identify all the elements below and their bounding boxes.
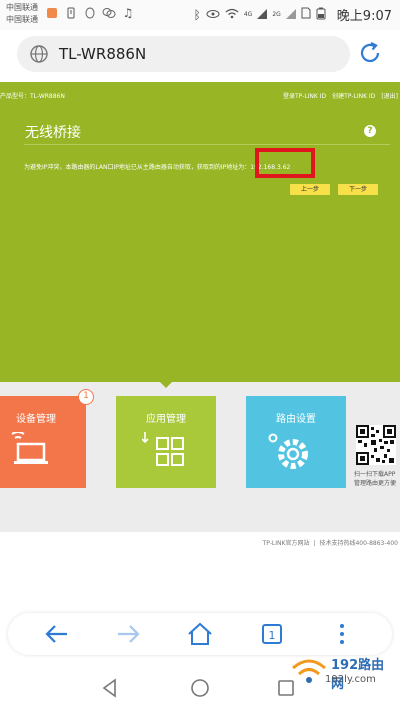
apps-grid-icon: [141, 432, 186, 474]
login-link[interactable]: 登录TP-LINK ID: [283, 91, 326, 100]
back-arrow-icon[interactable]: [44, 621, 70, 647]
notification-icons: ♫: [45, 6, 135, 20]
status-time: 晚上9:07: [336, 9, 392, 24]
exit-link[interactable]: [退出]: [381, 91, 398, 100]
tile-label: 设备管理: [16, 414, 56, 425]
signal-type-1: 4G: [243, 11, 253, 18]
footer-separator: |: [313, 540, 316, 547]
svg-text:1: 1: [269, 629, 276, 642]
signal-icon-2: [285, 8, 296, 22]
music-icon: ♫: [122, 6, 134, 20]
battery-icon: [316, 7, 326, 23]
qr-caption-1: 扫一扫下载APP: [354, 471, 396, 478]
create-id-link[interactable]: 创建TP-LINK ID: [332, 91, 375, 100]
highlight-box: [255, 148, 315, 178]
browser-toolbar: 1: [8, 613, 392, 655]
app-notification-icon: [45, 6, 59, 20]
back-triangle-icon[interactable]: [98, 676, 122, 700]
info-message: 为避免IP冲突，本路由器的LAN口IP地址已从主路由器自动获取，获取到的IP地址…: [24, 162, 290, 171]
carrier-1: 中国联通: [6, 3, 38, 12]
watermark-logo: 192路由网 192ly.com: [287, 654, 397, 698]
home-icon[interactable]: [187, 621, 213, 647]
tabs-icon[interactable]: 1: [259, 621, 285, 647]
watermark-title: 192路由网: [331, 658, 385, 692]
prev-button[interactable]: 上一步: [290, 184, 330, 195]
watermark-url: 192ly.com: [325, 674, 376, 685]
globe-icon: [29, 44, 49, 64]
eye-icon: [206, 8, 220, 22]
signal-icon-1: [257, 8, 268, 22]
laptop-icon: [8, 431, 52, 472]
forward-arrow-icon[interactable]: [115, 621, 141, 647]
system-icons: ᛒ 4G 2G 晚上9:07: [194, 5, 392, 24]
notification-badge: 1: [78, 389, 94, 405]
qq-icon: [83, 6, 97, 20]
help-icon[interactable]: ?: [364, 125, 376, 137]
qr-code-icon: [356, 425, 396, 465]
tile-device-management[interactable]: 设备管理: [0, 396, 86, 488]
reload-icon[interactable]: [357, 40, 383, 66]
address-bar[interactable]: TL-WR886N: [17, 36, 350, 72]
hotline-text: 技术支持热线400-8863-400: [319, 540, 398, 547]
account-links: 登录TP-LINK ID 创建TP-LINK ID [退出]: [283, 91, 398, 100]
url-text[interactable]: TL-WR886N: [59, 45, 146, 63]
divider: [24, 144, 390, 145]
carrier-2: 中国联通: [6, 15, 38, 24]
warning-icon: [64, 6, 78, 20]
wifi-logo-icon: [291, 658, 327, 692]
wechat-icon: [102, 6, 116, 20]
qr-caption-2: 管理路由更方便: [354, 480, 397, 487]
home-circle-icon[interactable]: [188, 676, 212, 700]
panel-pointer: [158, 380, 174, 388]
router-panel: 产品型号：TL-WR886N 登录TP-LINK ID 创建TP-LINK ID…: [0, 82, 400, 382]
more-menu-icon[interactable]: [329, 621, 355, 647]
status-bar: 中国联通 中国联通 ♫ ᛒ 4G 2G 晚上9:07: [0, 0, 400, 30]
signal-type-2: 2G: [272, 11, 281, 18]
next-button[interactable]: 下一步: [338, 184, 378, 195]
wifi-icon: [225, 8, 239, 22]
tile-router-settings[interactable]: 路由设置: [246, 396, 346, 488]
qr-caption: 扫一扫下载APP 管理路由更方便: [354, 470, 396, 488]
model-label: 产品型号：TL-WR886N: [0, 93, 65, 100]
message-text: 为避免IP冲突，本路由器的LAN口IP地址已从主路由器自动获取，获取到的IP地址…: [24, 164, 251, 171]
page-title: 无线桥接: [25, 125, 81, 141]
official-site-link[interactable]: TP-LINK官方网站: [263, 540, 310, 547]
footer: TP-LINK官方网站 | 技术支持热线400-8863-400: [263, 538, 398, 547]
tile-label: 路由设置: [276, 414, 316, 425]
gear-icon: [266, 432, 316, 476]
bluetooth-icon: ᛒ: [193, 7, 201, 22]
tile-label: 应用管理: [146, 414, 186, 425]
sim-icon: [301, 7, 311, 22]
tile-app-management[interactable]: 应用管理: [116, 396, 216, 488]
